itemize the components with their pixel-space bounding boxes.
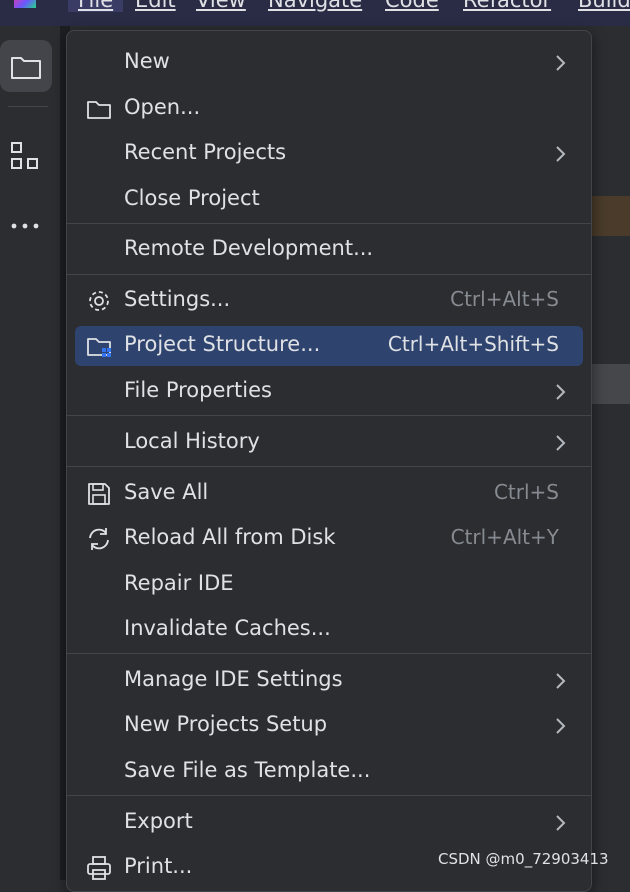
menu-item-label: Manage IDE Settings: [124, 667, 343, 691]
background-editor-selection: [590, 364, 630, 404]
menu-item-label: Save All: [124, 480, 209, 504]
menu-edit[interactable]: Edit: [135, 0, 176, 12]
reload-icon: [89, 528, 109, 550]
menu-item-settings[interactable]: Settings... Ctrl+Alt+S: [67, 280, 591, 322]
more-tools-button[interactable]: [0, 200, 52, 252]
menu-item-new-projects-setup[interactable]: New Projects Setup: [67, 705, 591, 747]
chevron-right-icon: [556, 384, 566, 400]
menu-item-save-all[interactable]: Save All Ctrl+S: [67, 473, 591, 515]
menu-item-label: Settings...: [124, 287, 231, 311]
menu-item-label: New Projects Setup: [124, 712, 328, 736]
chevron-right-icon: [556, 146, 566, 162]
shortcut-label: Ctrl+Alt+S: [450, 287, 559, 311]
menu-build[interactable]: Build: [578, 0, 630, 12]
background-editor-highlight: [590, 196, 630, 236]
menu-item-label: Open...: [124, 95, 201, 119]
menu-item-save-file-as-template[interactable]: Save File as Template...: [67, 751, 591, 793]
menu-item-new[interactable]: New: [67, 42, 591, 84]
chevron-right-icon: [556, 55, 566, 71]
gear-icon: [89, 291, 109, 311]
menu-separator: [67, 223, 591, 224]
menu-item-manage-ide-settings[interactable]: Manage IDE Settings: [67, 660, 591, 702]
menu-item-project-structure[interactable]: Project Structure... Ctrl+Alt+Shift+S: [67, 325, 591, 367]
tool-window-strip: [0, 26, 70, 880]
menu-item-invalidate-caches[interactable]: Invalidate Caches...: [67, 609, 591, 651]
project-tool-button[interactable]: [0, 40, 52, 92]
more-icon: [11, 223, 39, 229]
menu-separator: [67, 653, 591, 654]
menu-item-label: Recent Projects: [124, 140, 287, 164]
menu-item-reload-all[interactable]: Reload All from Disk Ctrl+Alt+Y: [67, 518, 591, 560]
chevron-right-icon: [556, 718, 566, 734]
menu-item-recent-projects[interactable]: Recent Projects: [67, 133, 591, 175]
print-icon: [87, 856, 111, 880]
menu-item-label: Remote Development...: [124, 236, 374, 260]
menu-item-open[interactable]: Open...: [67, 88, 591, 130]
project-structure-icon: [87, 338, 111, 357]
menu-item-close-project[interactable]: Close Project: [67, 179, 591, 221]
main-menu-bar: File Edit View Navigate Code Refactor Bu…: [0, 0, 630, 26]
chevron-right-icon: [556, 815, 566, 831]
menu-item-label: Save File as Template...: [124, 758, 371, 782]
menu-item-local-history[interactable]: Local History: [67, 422, 591, 464]
menu-item-label: Close Project: [124, 186, 260, 210]
folder-icon: [87, 101, 111, 119]
menu-refactor[interactable]: Refactor: [463, 0, 551, 12]
menu-item-file-properties[interactable]: File Properties: [67, 371, 591, 413]
shortcut-label: Ctrl+Alt+Shift+S: [387, 332, 559, 356]
menu-item-repair-ide[interactable]: Repair IDE: [67, 564, 591, 606]
app-logo-icon: [14, 0, 36, 8]
menu-view[interactable]: View: [196, 0, 246, 12]
menu-item-label: Project Structure...: [124, 332, 321, 356]
menu-item-label: File Properties: [124, 378, 272, 402]
menu-item-export[interactable]: Export: [67, 802, 591, 844]
chevron-right-icon: [556, 673, 566, 689]
shortcut-label: Ctrl+S: [493, 480, 559, 504]
menu-separator: [67, 415, 591, 416]
menu-separator: [67, 795, 591, 796]
menu-separator: [67, 466, 591, 467]
menu-item-label: Reload All from Disk: [124, 525, 336, 549]
structure-icon: [11, 142, 38, 169]
menu-file[interactable]: File: [68, 0, 124, 12]
menu-item-remote-development[interactable]: Remote Development...: [67, 229, 591, 271]
structure-tool-button[interactable]: [0, 131, 52, 183]
save-icon: [88, 483, 110, 505]
chevron-right-icon: [556, 435, 566, 451]
file-menu-popup: New Open... Recent Projects Close Projec…: [66, 30, 592, 892]
shortcut-label: Ctrl+Alt+Y: [450, 525, 559, 549]
strip-divider: [8, 106, 48, 107]
menu-navigate[interactable]: Navigate: [268, 0, 362, 12]
folder-icon: [11, 57, 41, 79]
menu-item-label: Print...: [124, 854, 193, 878]
menu-item-label: Repair IDE: [124, 571, 234, 595]
menu-item-label: Invalidate Caches...: [124, 616, 331, 640]
menu-item-label: Export: [124, 809, 193, 833]
menu-item-label: Local History: [124, 429, 260, 453]
watermark-text: CSDN @m0_72903413: [438, 850, 609, 868]
menu-code[interactable]: Code: [385, 0, 439, 12]
menu-separator: [67, 274, 591, 275]
menu-item-label: New: [124, 49, 170, 73]
